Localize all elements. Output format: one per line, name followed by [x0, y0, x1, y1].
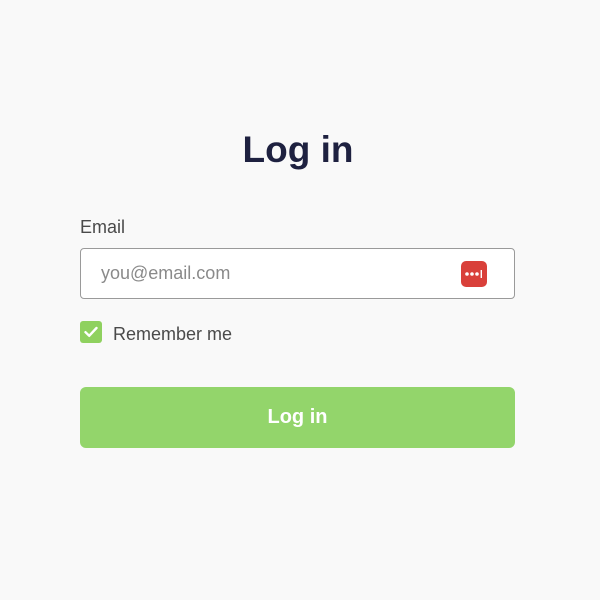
- login-button[interactable]: Log in: [80, 387, 515, 448]
- checkmark-icon: [84, 326, 98, 337]
- password-manager-icon[interactable]: [461, 261, 487, 287]
- email-label: Email: [80, 217, 126, 237]
- remember-me-label[interactable]: Remember me: [113, 322, 232, 346]
- remember-me-checkbox[interactable]: [80, 321, 102, 343]
- email-field[interactable]: [80, 248, 515, 299]
- login-page: Log in Email Remember me Log in: [0, 0, 600, 600]
- page-title: Log in: [242, 129, 354, 170]
- remember-me-row[interactable]: Remember me: [80, 320, 232, 344]
- dots-icon: [465, 270, 482, 278]
- email-input[interactable]: [81, 249, 451, 298]
